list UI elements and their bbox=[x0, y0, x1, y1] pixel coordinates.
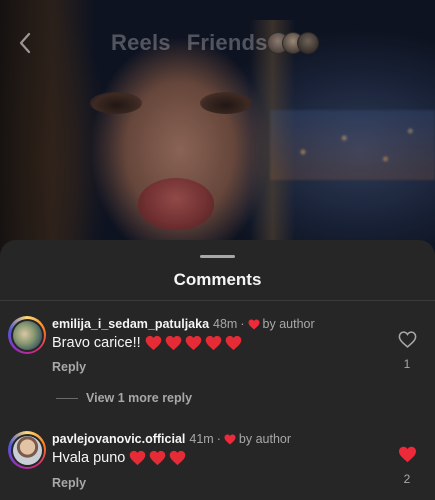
heart-icon bbox=[224, 434, 236, 445]
comment-text: Hvala puno bbox=[52, 450, 126, 466]
heart-emoji-icon bbox=[145, 335, 161, 351]
comment-text-row: Bravo carice!! bbox=[52, 335, 245, 351]
comment-username[interactable]: pavlejovanovic.official bbox=[52, 432, 185, 446]
heart-emojis bbox=[129, 450, 189, 466]
avatar[interactable] bbox=[8, 316, 46, 354]
heart-icon bbox=[248, 319, 260, 330]
comment-text: Bravo carice!! bbox=[52, 335, 141, 351]
heart-outline-icon bbox=[398, 330, 416, 348]
drag-handle[interactable] bbox=[200, 255, 235, 258]
separator-dot: · bbox=[240, 317, 245, 331]
heart-emojis bbox=[145, 335, 245, 351]
like-count: 1 bbox=[403, 357, 411, 371]
liked-by-author-label: by author bbox=[238, 432, 292, 446]
like-button[interactable] bbox=[396, 443, 418, 465]
avatar-border bbox=[10, 318, 44, 352]
comment-header: pavlejovanovic.official 41m · by author bbox=[52, 432, 291, 446]
view-replies-button[interactable]: View 1 more reply bbox=[56, 391, 192, 405]
reels-comments-screen: Reels Friends Comments emilija_i_sedam_p… bbox=[0, 0, 435, 500]
like-count: 2 bbox=[403, 472, 411, 486]
separator-dot: · bbox=[216, 432, 221, 446]
avatar-image bbox=[12, 320, 42, 350]
comment-time: 48m bbox=[213, 317, 238, 331]
friend-avatar bbox=[296, 32, 319, 54]
liked-by-author-label: by author bbox=[262, 317, 315, 331]
heart-filled-icon bbox=[398, 446, 416, 462]
comment-text-row: Hvala puno bbox=[52, 450, 189, 466]
comment-header: emilija_i_sedam_patuljaka 48m · by autho… bbox=[52, 317, 315, 331]
divider bbox=[0, 300, 435, 301]
reply-button[interactable]: Reply bbox=[52, 476, 86, 490]
friend-avatars[interactable] bbox=[266, 32, 319, 54]
heart-emoji-icon bbox=[170, 450, 186, 466]
comment-time: 41m bbox=[189, 432, 214, 446]
heart-emoji-icon bbox=[225, 335, 241, 351]
comments-sheet: Comments emilija_i_sedam_patuljaka 48m ·… bbox=[0, 240, 435, 500]
avatar[interactable] bbox=[8, 431, 46, 469]
reply-button[interactable]: Reply bbox=[52, 360, 86, 374]
replies-line bbox=[56, 397, 78, 399]
feed-tabs: Reels Friends bbox=[111, 26, 319, 60]
avatar-border bbox=[10, 433, 44, 467]
heart-emoji-icon bbox=[185, 335, 201, 351]
tab-reels[interactable]: Reels bbox=[111, 30, 171, 56]
back-button[interactable] bbox=[10, 28, 40, 58]
heart-emoji-icon bbox=[130, 450, 146, 466]
chevron-left-icon bbox=[19, 32, 31, 54]
sheet-title: Comments bbox=[173, 270, 262, 289]
top-bar: Reels Friends bbox=[0, 24, 435, 64]
comment-username[interactable]: emilija_i_sedam_patuljaka bbox=[52, 317, 209, 331]
tab-friends[interactable]: Friends bbox=[187, 30, 268, 56]
heart-emoji-icon bbox=[165, 335, 181, 351]
avatar-image bbox=[12, 435, 42, 465]
heart-emoji-icon bbox=[205, 335, 221, 351]
like-button[interactable] bbox=[396, 328, 418, 350]
view-replies-label: View 1 more reply bbox=[86, 391, 193, 405]
heart-emoji-icon bbox=[150, 450, 166, 466]
